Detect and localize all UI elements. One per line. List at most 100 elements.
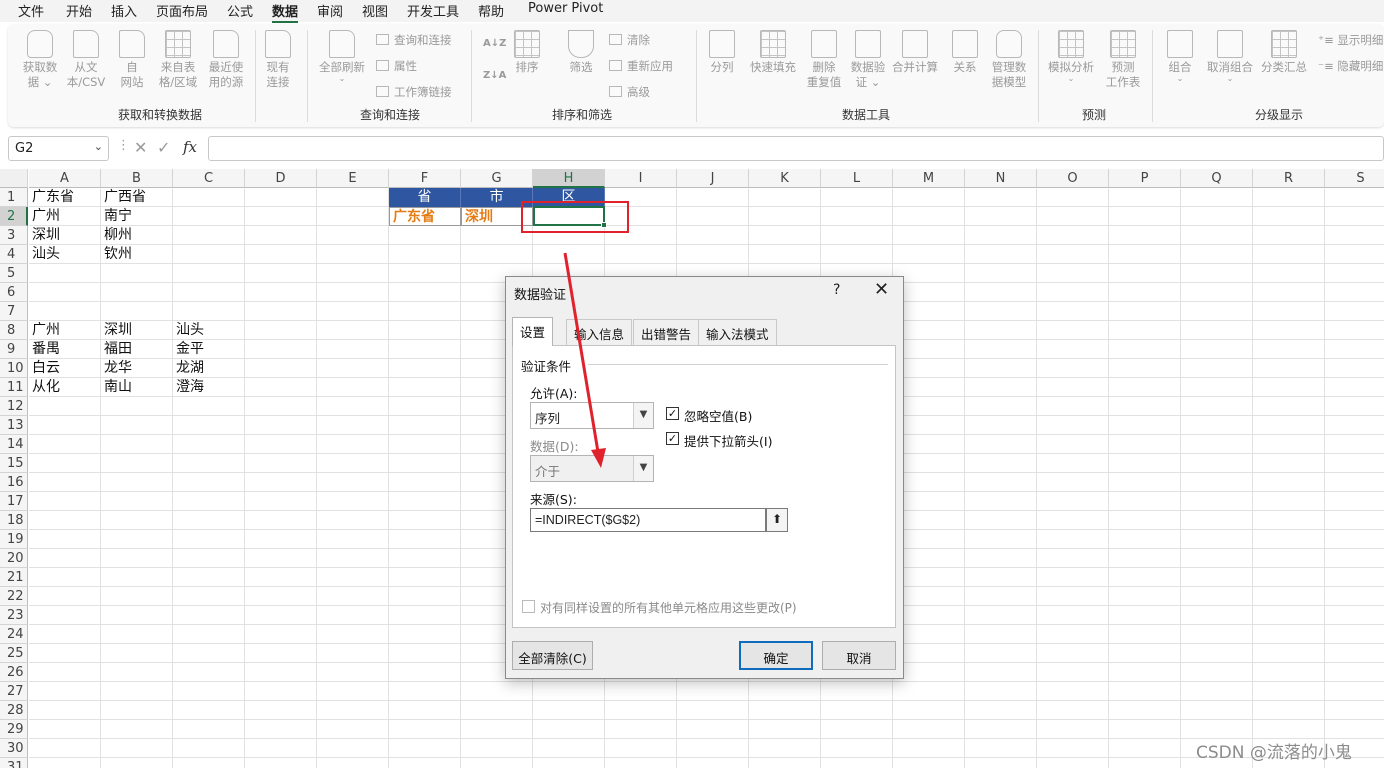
tab-developer[interactable]: 开发工具: [407, 1, 459, 20]
relationships-button[interactable]: 关系: [948, 30, 982, 75]
row-header-11[interactable]: 11: [0, 378, 28, 397]
sort-button[interactable]: 排序: [510, 30, 544, 75]
cell-b8[interactable]: 深圳: [101, 321, 173, 340]
ok-button[interactable]: 确定: [739, 641, 813, 670]
collapse-dialog-icon[interactable]: ⬆: [766, 508, 788, 532]
cell-b10[interactable]: 龙华: [101, 359, 173, 378]
formula-input[interactable]: [208, 136, 1384, 161]
cell-a10[interactable]: 白云: [29, 359, 101, 378]
column-header-a[interactable]: A: [29, 169, 101, 188]
tab-settings[interactable]: 设置: [512, 317, 554, 346]
row-header-10[interactable]: 10: [0, 359, 28, 378]
chevron-down-icon[interactable]: ▼: [633, 403, 653, 428]
row-header-13[interactable]: 13: [0, 416, 28, 435]
tab-power-pivot[interactable]: Power Pivot: [528, 1, 603, 16]
cell-c8[interactable]: 汕头: [173, 321, 245, 340]
cell-f2[interactable]: 广东省: [389, 207, 461, 226]
source-input[interactable]: =INDIRECT($G$2): [530, 508, 766, 532]
cell-a3[interactable]: 深圳: [29, 226, 101, 245]
column-header-p[interactable]: P: [1109, 169, 1181, 188]
tab-data[interactable]: 数据: [272, 1, 299, 23]
sort-za-icon[interactable]: Z↓A: [483, 70, 506, 81]
row-header-27[interactable]: 27: [0, 682, 28, 701]
column-header-g[interactable]: G: [461, 169, 533, 188]
column-header-b[interactable]: B: [101, 169, 173, 188]
cell-b3[interactable]: 柳州: [101, 226, 173, 245]
filter-button[interactable]: 筛选: [564, 30, 598, 75]
ungroup-button[interactable]: 取消组合 ⌄: [1204, 30, 1256, 83]
column-header-h[interactable]: H: [533, 169, 605, 188]
close-icon[interactable]: ✕: [874, 279, 889, 300]
from-table-button[interactable]: 来自表 格/区域: [156, 30, 200, 90]
row-header-21[interactable]: 21: [0, 568, 28, 587]
tab-home[interactable]: 开始: [66, 1, 92, 20]
show-detail-button[interactable]: ⁺≡ 显示明细: [1318, 32, 1383, 48]
refresh-all-button[interactable]: 全部刷新 ⌄: [314, 30, 370, 83]
cell-c11[interactable]: 澄海: [173, 378, 245, 397]
select-all-corner[interactable]: [0, 169, 28, 188]
column-header-e[interactable]: E: [317, 169, 389, 188]
row-header-9[interactable]: 9: [0, 340, 28, 359]
column-header-r[interactable]: R: [1253, 169, 1325, 188]
what-if-analysis-button[interactable]: 模拟分析 ⌄: [1044, 30, 1098, 83]
column-header-i[interactable]: I: [605, 169, 677, 188]
from-web-button[interactable]: 自 网站: [114, 30, 150, 90]
column-header-k[interactable]: K: [749, 169, 821, 188]
row-header-20[interactable]: 20: [0, 549, 28, 568]
clear-filter-button[interactable]: 清除: [609, 32, 650, 48]
cancel-button[interactable]: 取消: [822, 641, 896, 670]
chevron-down-icon[interactable]: ⌄: [94, 140, 103, 153]
column-header-q[interactable]: Q: [1181, 169, 1253, 188]
allow-select[interactable]: 序列 ▼: [530, 402, 654, 429]
cell-a4[interactable]: 汕头: [29, 245, 101, 264]
enter-icon[interactable]: ✓: [157, 138, 170, 157]
cell-a2[interactable]: 广州: [29, 207, 101, 226]
column-header-c[interactable]: C: [173, 169, 245, 188]
row-header-31[interactable]: 31: [0, 758, 28, 768]
reapply-button[interactable]: 重新应用: [609, 58, 673, 74]
forecast-sheet-button[interactable]: 预测 工作表: [1102, 30, 1144, 90]
text-to-columns-button[interactable]: 分列: [704, 30, 740, 75]
cell-b9[interactable]: 福田: [101, 340, 173, 359]
in-cell-dropdown-checkbox[interactable]: ✓: [666, 432, 679, 445]
column-header-n[interactable]: N: [965, 169, 1037, 188]
cell-a9[interactable]: 番禺: [29, 340, 101, 359]
row-header-2[interactable]: 2: [0, 207, 28, 226]
row-header-5[interactable]: 5: [0, 264, 28, 283]
column-header-s[interactable]: S: [1325, 169, 1384, 188]
cell-b11[interactable]: 南山: [101, 378, 173, 397]
ignore-blank-checkbox[interactable]: ✓: [666, 407, 679, 420]
get-data-button[interactable]: 获取数 据 ⌄: [20, 30, 60, 90]
cell-a8[interactable]: 广州: [29, 321, 101, 340]
existing-connections-button[interactable]: 现有 连接: [260, 30, 296, 90]
row-header-7[interactable]: 7: [0, 302, 28, 321]
from-text-button[interactable]: 从文 本/CSV: [64, 30, 108, 90]
column-header-j[interactable]: J: [677, 169, 749, 188]
help-icon[interactable]: ?: [833, 282, 840, 298]
row-header-16[interactable]: 16: [0, 473, 28, 492]
row-header-1[interactable]: 1: [0, 188, 28, 207]
cell-b1[interactable]: 广西省: [101, 188, 173, 207]
advanced-filter-button[interactable]: 高级: [609, 84, 650, 100]
cell-f1[interactable]: 省: [389, 188, 461, 207]
tab-review[interactable]: 审阅: [317, 1, 343, 20]
row-header-25[interactable]: 25: [0, 644, 28, 663]
row-header-12[interactable]: 12: [0, 397, 28, 416]
insert-function-icon[interactable]: fx: [183, 138, 197, 156]
column-header-d[interactable]: D: [245, 169, 317, 188]
recent-sources-button[interactable]: 最近使 用的源: [204, 30, 248, 90]
tab-view[interactable]: 视图: [362, 1, 388, 20]
flash-fill-button[interactable]: 快速填充: [746, 30, 800, 75]
remove-duplicates-button[interactable]: 删除 重复值: [804, 30, 844, 90]
row-header-14[interactable]: 14: [0, 435, 28, 454]
column-header-m[interactable]: M: [893, 169, 965, 188]
data-validation-button[interactable]: 数据验 证 ⌄: [848, 30, 888, 90]
row-header-23[interactable]: 23: [0, 606, 28, 625]
group-button[interactable]: 组合 ⌄: [1164, 30, 1196, 83]
row-header-3[interactable]: 3: [0, 226, 28, 245]
row-header-15[interactable]: 15: [0, 454, 28, 473]
name-box[interactable]: G2 ⌄: [8, 136, 109, 161]
subtotal-button[interactable]: 分类汇总: [1258, 30, 1310, 75]
cell-a1[interactable]: 广东省: [29, 188, 101, 207]
tab-ime-mode[interactable]: 输入法模式: [698, 319, 777, 345]
